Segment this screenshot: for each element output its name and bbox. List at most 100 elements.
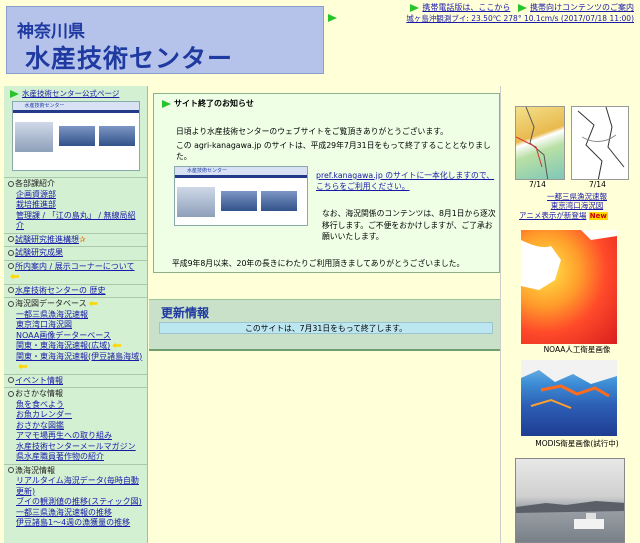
circle-icon: [8, 377, 14, 383]
modis-caption: MODIS衛星画像(試行中): [535, 439, 619, 448]
circle-icon: [8, 263, 14, 269]
thumb-bar: [12, 110, 139, 113]
nav-section-events: イベント情報: [4, 375, 147, 388]
nav-item[interactable]: 関東・東海海況速報(伊豆諸島海域): [16, 352, 142, 361]
noaa-land-icon: [521, 230, 617, 290]
nav-item[interactable]: ブイの観測値の推移(スティック図): [16, 497, 142, 506]
ship-photo: [261, 191, 297, 211]
building-photo: [177, 187, 215, 217]
nav-section-title[interactable]: 試験研究推進構想: [15, 235, 79, 244]
nav-item[interactable]: 水産技術センターメールマガジン: [16, 442, 136, 451]
left-nav: 水産技術センター公式ページ 水産技術センター 各部課紹介 企画資源部 栽培推進部…: [4, 86, 148, 543]
sparkle-icon: ✰: [79, 234, 86, 244]
official-site-block: 水産技術センター公式ページ 水産技術センター: [4, 86, 147, 178]
nav-section-title[interactable]: 試験研究成果: [15, 248, 63, 257]
nav-item[interactable]: 東京湾口海況図: [16, 320, 72, 329]
nav-item[interactable]: アマモ場再生への取り組み: [16, 431, 112, 440]
new-arrow-icon: [112, 342, 122, 349]
live-camera-thumb[interactable]: [515, 458, 625, 543]
noaa-caption: NOAA人工衛星画像: [543, 345, 611, 354]
flag-icon: [410, 3, 420, 12]
new-arrow-icon: [18, 363, 27, 370]
thumb-body: [177, 181, 305, 223]
nav-item[interactable]: 栽培推進部: [16, 200, 56, 209]
nav-section-title[interactable]: 所内案内 / 展示コーナーについて: [15, 262, 135, 271]
notice-migration: なお、海況関係のコンテンツは、8月1日から逐次移行します。ご不便をおかけしますが…: [322, 209, 496, 241]
nav-section-title[interactable]: イベント情報: [15, 376, 63, 385]
modis-land-icon: [521, 360, 617, 409]
nav-item[interactable]: お魚カレンダー: [16, 410, 72, 419]
nav-section-guide: 所内案内 / 展示コーナーについて: [4, 261, 147, 285]
modis-image-thumb[interactable]: [521, 360, 617, 436]
nav-section-seamap-db: 海況図データベース 一都三県漁海況速報 東京湾口海況図 NOAA画像データーベー…: [4, 298, 147, 375]
thumb-bar: [175, 175, 307, 178]
fishery-map-thumb[interactable]: [515, 106, 565, 180]
nav-item[interactable]: 魚を食べよう: [16, 400, 64, 409]
anime-link[interactable]: アニメ表示が新登場: [519, 211, 586, 220]
map-date: 7/14: [529, 180, 546, 189]
nav-item[interactable]: 管理課 / 「江の島丸」 / 無線局紹介: [16, 211, 136, 231]
site-header: 神奈川県 水産技術センター: [6, 6, 324, 74]
nav-section-history: 水産技術センターの 歴史: [4, 285, 147, 298]
coastline-icon: [516, 107, 549, 179]
nav-section-title[interactable]: おさかな情報: [15, 389, 63, 398]
thumb-body: [14, 116, 137, 168]
new-badge: New: [588, 212, 608, 220]
flag-icon: [518, 3, 527, 12]
nav-section-title[interactable]: 各部課紹介: [15, 179, 55, 188]
nav-item[interactable]: おさかな図鑑: [16, 421, 64, 430]
nav-item[interactable]: 県水産職員著作物の紹介: [16, 452, 104, 461]
nav-item[interactable]: 関東・東海海況速報(広域): [16, 341, 110, 350]
official-site-link[interactable]: 水産技術センター公式ページ: [22, 89, 119, 98]
flag-icon: [162, 99, 171, 108]
noaa-image-thumb[interactable]: [521, 230, 617, 344]
update-heading: 更新情報: [161, 306, 210, 320]
harbor-scene-icon: [516, 501, 624, 529]
update-info: 更新情報 このサイトは、7月31日をもって終了します。: [149, 299, 500, 351]
site-closure-notice: サイト終了のお知らせ 日頃より水産技術センターのウェブサイトをご覧頂きありがとう…: [153, 93, 500, 273]
nav-section-research-plan: 試験研究推進構想✰: [4, 234, 147, 247]
thumb-header: 水産技術センター: [175, 167, 307, 175]
nav-section-title[interactable]: 海況図データベース: [15, 299, 87, 308]
ship-photo: [58, 126, 95, 146]
update-message: このサイトは、7月31日をもって終了します。: [159, 322, 493, 334]
mobile-content-link[interactable]: 携帯向けコンテンツのご案内: [530, 3, 634, 12]
nav-item[interactable]: 一都三県漁海況速報の推移: [16, 508, 112, 517]
notice-greeting: 日頃より水産技術センターのウェブサイトをご覧頂きありがとうございます。: [176, 127, 448, 136]
nav-section-title[interactable]: 漁海況情報: [15, 466, 55, 475]
circle-icon: [8, 390, 14, 397]
official-site-thumbnail[interactable]: 水産技術センター: [11, 101, 140, 171]
nav-section-fish-info: おさかな情報 魚を食べよう お魚カレンダー おさかな図鑑 アマモ場再生への取り組…: [4, 388, 147, 465]
thumb-header: 水産技術センター: [12, 102, 139, 110]
flag-icon: [328, 14, 337, 22]
nav-section-fishery-info: 漁海況情報 リアルタイム海況データ(毎時自動更新) ブイの観測値の推移(スティッ…: [4, 465, 147, 530]
notice-closure-date: この agri-kanagawa.jp のサイトは、平成29年7月31日をもって…: [176, 141, 491, 161]
nav-item[interactable]: 伊豆諸島1～4週の漁獲量の推移: [16, 518, 130, 527]
nav-item[interactable]: NOAA画像データーベース: [16, 331, 111, 340]
ship-photo: [221, 191, 257, 211]
flag-icon: [10, 90, 19, 98]
mobile-board-link[interactable]: 携帯電話版は、ここから: [422, 3, 510, 12]
new-arrow-icon: [10, 273, 19, 280]
nav-section-title[interactable]: 水産技術センターの 歴史: [15, 286, 106, 295]
bay-mouth-map-thumb[interactable]: [571, 106, 629, 180]
top-links: 携帯電話版は、ここから 携帯向けコンテンツのご案内: [334, 2, 634, 13]
building-photo: [14, 122, 53, 152]
circle-icon: [8, 249, 14, 256]
buoy-readout-link[interactable]: 城ヶ島沖観測ブイ: 23.50℃ 278° 10.1cm/s (2017/07/…: [406, 13, 634, 24]
nav-section-research-results: 試験研究成果: [4, 247, 147, 261]
circle-icon: [8, 300, 14, 307]
nav-section-departments: 各部課紹介 企画資源部 栽培推進部 管理課 / 「江の島丸」 / 無線局紹介: [4, 178, 147, 234]
nav-item[interactable]: 一都三県漁海況速報: [16, 310, 88, 319]
nav-item[interactable]: 企画資源部: [16, 190, 56, 199]
circle-icon: [8, 236, 14, 242]
circle-icon: [8, 180, 14, 187]
notice-heading: サイト終了のお知らせ: [174, 99, 254, 108]
pref-site-link[interactable]: pref.kanagawa.jp のサイトに一本化しますので、こちらをご利用くだ…: [316, 171, 494, 191]
nav-item[interactable]: リアルタイム海況データ(毎時自動更新): [16, 476, 139, 496]
bay-chart-icon: [577, 107, 625, 179]
header-title: 水産技術センター: [25, 44, 234, 73]
pref-site-thumbnail[interactable]: 水産技術センター: [174, 166, 308, 226]
right-column: 7/14 7/14 一都三県漁況速報 東京湾口海況図 アニメ表示が新登場 New…: [500, 86, 640, 543]
new-arrow-icon: [88, 300, 98, 307]
